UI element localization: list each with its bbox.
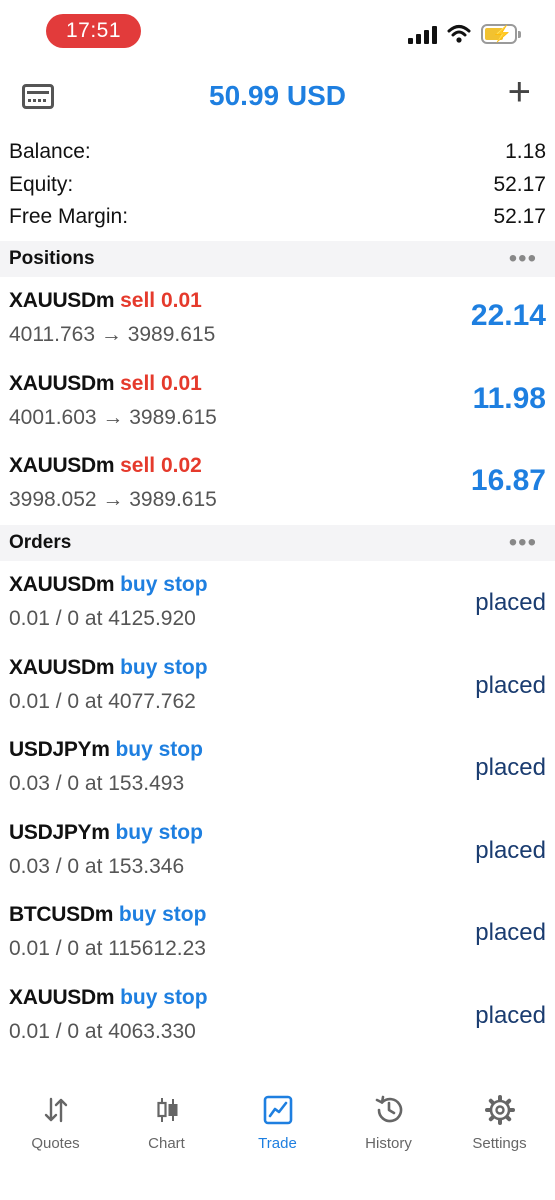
free-margin-row: Free Margin: 52.17 — [0, 201, 555, 234]
balance-value: 1.18 — [505, 140, 546, 164]
position-side: sell 0.01 — [120, 371, 202, 395]
order-row[interactable]: XAUUSDm buy stop 0.01 / 0 at 4077.762 pl… — [0, 644, 555, 727]
equity-row: Equity: 52.17 — [0, 169, 555, 202]
order-symbol: XAUUSDm — [9, 573, 115, 596]
position-side: sell 0.01 — [120, 289, 202, 312]
tab-quotes-label: Quotes — [31, 1135, 80, 1152]
order-row[interactable]: XAUUSDm buy stop 0.01 / 0 at 4063.330 pl… — [0, 974, 555, 1057]
position-profit: 16.87 — [470, 464, 546, 498]
bottom-tab-bar: Quotes Chart Trade History Settings — [0, 1085, 555, 1200]
order-type: buy stop — [118, 903, 207, 927]
orders-label: Orders — [9, 532, 72, 553]
positions-label: Positions — [9, 248, 95, 269]
quotes-icon — [39, 1093, 73, 1127]
order-state: placed — [475, 919, 546, 947]
order-row[interactable]: BTCUSDm buy stop 0.01 / 0 at 115612.23 p… — [0, 891, 555, 974]
orders-more-icon[interactable]: ••• — [509, 531, 537, 555]
tab-trade[interactable]: Trade — [222, 1085, 333, 1200]
equity-value: 52.17 — [493, 172, 546, 196]
position-prices: 3998.052 → 3989.615 — [9, 488, 217, 512]
cellular-signal-icon — [408, 24, 437, 44]
order-symbol: USDJPYm — [9, 820, 110, 844]
order-row[interactable]: USDJPYm buy stop 0.03 / 0 at 153.346 pla… — [0, 809, 555, 892]
order-symbol: USDJPYm — [9, 738, 110, 762]
status-time: 17:51 — [46, 14, 141, 48]
order-details: 0.01 / 0 at 115612.23 — [9, 937, 206, 961]
position-side: sell 0.02 — [120, 454, 202, 478]
order-details: 0.01 / 0 at 4077.762 — [9, 689, 196, 713]
tab-quotes[interactable]: Quotes — [0, 1085, 111, 1200]
equity-label: Equity: — [9, 172, 74, 196]
settings-icon — [483, 1093, 517, 1127]
orders-section-header: Orders ••• — [0, 525, 555, 561]
order-state: placed — [475, 754, 546, 782]
tab-settings[interactable]: Settings — [444, 1085, 555, 1200]
order-details: 0.01 / 0 at 4063.330 — [9, 1019, 196, 1043]
order-state: placed — [475, 589, 546, 616]
free-margin-label: Free Margin: — [9, 205, 129, 229]
order-type: buy stop — [115, 738, 203, 762]
free-margin-value: 52.17 — [493, 205, 546, 229]
status-bar: 17:51 ⚡ — [0, 0, 555, 66]
trade-icon — [261, 1093, 295, 1127]
tab-history-label: History — [365, 1135, 412, 1152]
tab-chart[interactable]: Chart — [111, 1085, 222, 1200]
order-details: 0.03 / 0 at 153.346 — [9, 854, 185, 878]
account-summary: Balance: 1.18 Equity: 52.17 Free Margin:… — [0, 136, 555, 234]
position-symbol: XAUUSDm — [9, 371, 115, 395]
position-prices: 4001.603 → 3989.615 — [9, 405, 217, 429]
tab-trade-label: Trade — [258, 1135, 297, 1152]
order-symbol: XAUUSDm — [9, 655, 115, 679]
order-type: buy stop — [120, 573, 208, 596]
order-type: buy stop — [115, 820, 203, 844]
positions-section-header: Positions ••• — [0, 241, 555, 277]
position-row[interactable]: XAUUSDm sell 0.01 4011.763 → 3989.615 22… — [0, 277, 555, 360]
tab-chart-label: Chart — [148, 1135, 185, 1152]
order-state: placed — [475, 836, 546, 864]
order-details: 0.01 / 0 at 4125.920 — [9, 607, 196, 630]
new-order-plus-icon[interactable]: + — [508, 72, 531, 112]
order-type: buy stop — [120, 985, 208, 1009]
order-state: placed — [475, 671, 546, 699]
order-row[interactable]: XAUUSDm buy stop 0.01 / 0 at 4125.920 pl… — [0, 561, 555, 644]
order-details: 0.03 / 0 at 153.493 — [9, 772, 185, 796]
position-row[interactable]: XAUUSDm sell 0.01 4001.603 → 3989.615 11… — [0, 360, 555, 443]
position-symbol: XAUUSDm — [9, 289, 115, 312]
chart-icon — [150, 1093, 184, 1127]
order-type: buy stop — [120, 655, 208, 679]
position-profit: 11.98 — [472, 381, 546, 415]
balance-row: Balance: 1.18 — [0, 136, 555, 169]
wifi-icon — [447, 25, 471, 43]
order-row[interactable]: USDJPYm buy stop 0.03 / 0 at 153.493 pla… — [0, 726, 555, 809]
tab-settings-label: Settings — [472, 1135, 527, 1152]
balance-label: Balance: — [9, 140, 91, 164]
status-icons: ⚡ — [408, 24, 521, 44]
history-icon — [372, 1093, 406, 1127]
positions-list: XAUUSDm sell 0.01 4011.763 → 3989.615 22… — [0, 277, 555, 525]
account-balance-title: 50.99 USD — [209, 80, 346, 111]
positions-more-icon[interactable]: ••• — [509, 247, 537, 271]
order-symbol: BTCUSDm — [9, 903, 114, 927]
battery-charging-icon: ⚡ — [481, 24, 521, 44]
orders-list: XAUUSDm buy stop 0.01 / 0 at 4125.920 pl… — [0, 561, 555, 1057]
order-symbol: XAUUSDm — [9, 985, 115, 1009]
position-row[interactable]: XAUUSDm sell 0.02 3998.052 → 3989.615 16… — [0, 442, 555, 525]
position-profit: 22.14 — [470, 299, 546, 332]
account-header: 50.99 USD + — [0, 66, 555, 130]
order-state: placed — [475, 1001, 546, 1029]
position-symbol: XAUUSDm — [9, 454, 115, 478]
tab-history[interactable]: History — [333, 1085, 444, 1200]
position-prices: 4011.763 → 3989.615 — [9, 323, 216, 346]
